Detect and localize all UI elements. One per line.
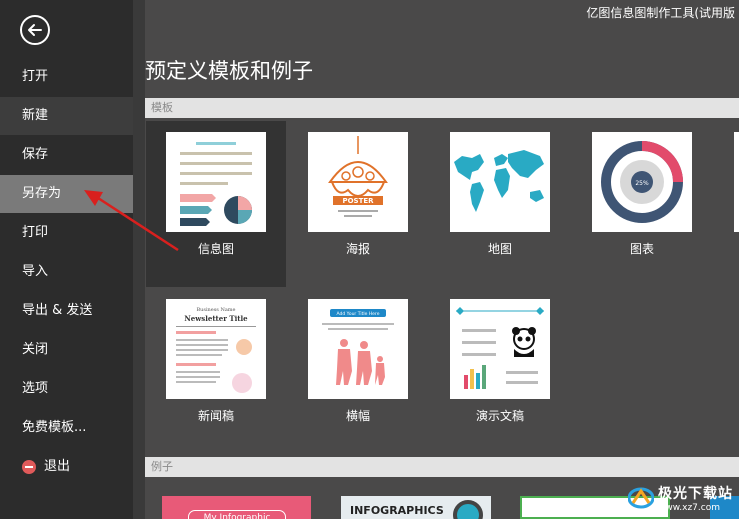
annotation-arrow-icon [84, 190, 179, 252]
watermark: 极光下载站 www.xz7.com [628, 483, 733, 513]
watermark-url: www.xz7.com [658, 503, 720, 513]
aurora-logo-icon [628, 487, 654, 509]
watermark-text: 极光下载站 [658, 486, 733, 502]
